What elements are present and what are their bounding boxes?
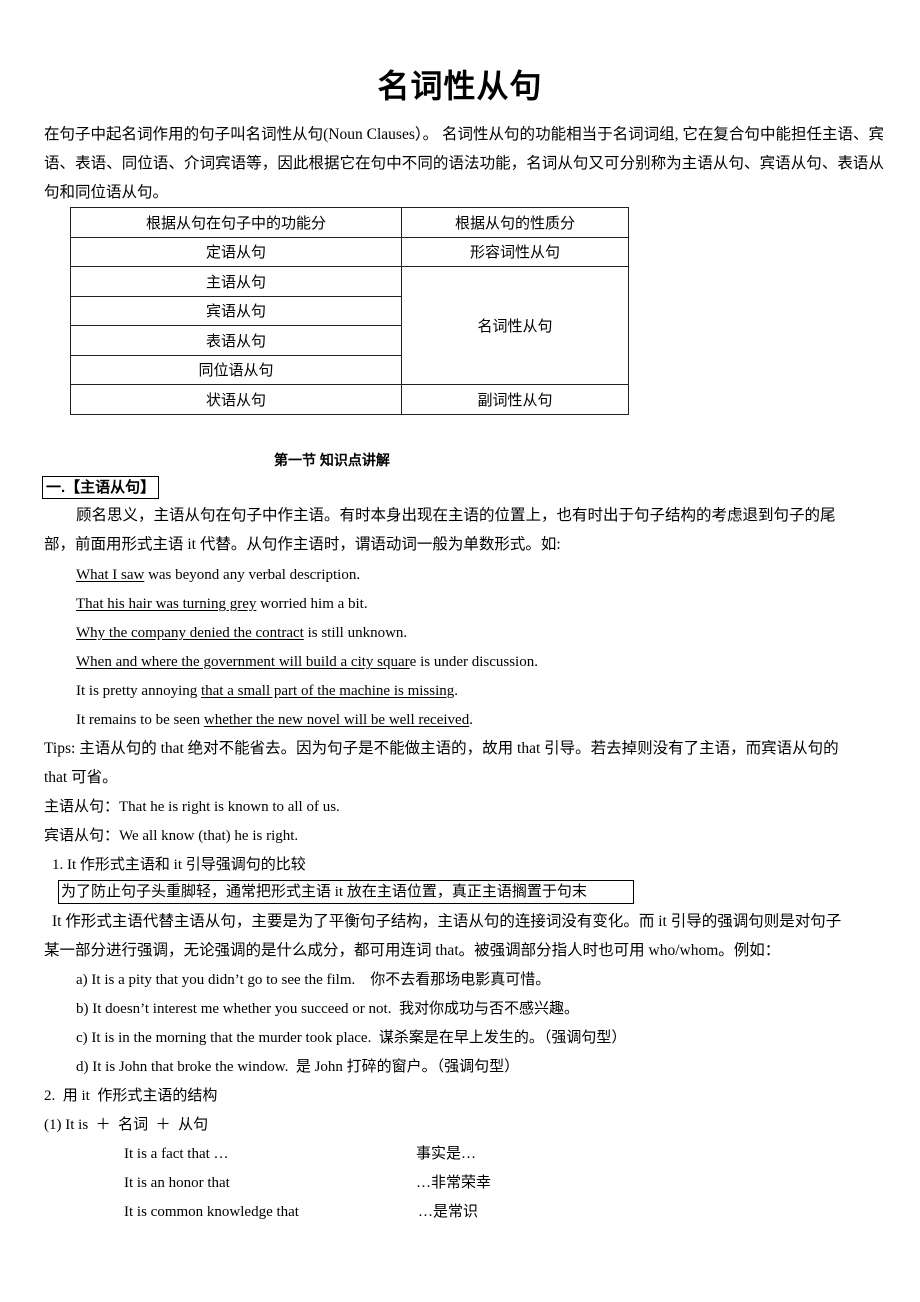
- point2-heading: 2. 用 it 作形式主语的结构: [44, 1088, 218, 1104]
- subject-clause-underlined: What I saw: [76, 567, 145, 583]
- table-cell-function: 状语从句: [70, 384, 402, 415]
- example-text: was beyond any verbal description.: [144, 567, 361, 583]
- subject-clause-underlined: whether the new novel will be well recei…: [203, 712, 470, 728]
- explanation-line: 顾名思义，主语从句在句子中作主语。有时本身出现在主语的位置上，也有时出于句子结构…: [76, 507, 836, 524]
- example-text: .: [469, 712, 473, 728]
- comparison-example: c) It is in the morning that the murder …: [76, 1030, 627, 1046]
- subject-clause-underlined: Why the company denied the contract: [76, 625, 304, 641]
- table-cell-function: 主语从句: [70, 266, 402, 297]
- phrase-chinese: …非常荣幸: [416, 1175, 492, 1191]
- table-cell-function: 定语从句: [70, 236, 402, 267]
- table-cell-nature: 形容词性从句: [401, 236, 629, 267]
- table-cell-nature: 副词性从句: [401, 384, 629, 415]
- table-header-row: 根据从句在句子中的功能分 根据从句的性质分: [70, 207, 629, 238]
- tips-line: Tips: 主语从句的 that 绝对不能省去。因为句子是不能做主语的，故用 t…: [44, 740, 839, 757]
- comparison-example: b) It doesn’t interest me whether you su…: [76, 1001, 579, 1017]
- phrase-english: It is a fact that …: [124, 1146, 229, 1162]
- subject-clause-underlined: that a small part of the machine is miss…: [200, 683, 455, 699]
- section-heading: 第一节 知识点讲解: [274, 452, 390, 468]
- subject-clause-heading: 一.【主语从句】: [42, 476, 160, 499]
- phrase-chinese: …是常识: [418, 1204, 479, 1220]
- example-text: It is pretty annoying: [76, 683, 201, 699]
- table-header-nature: 根据从句的性质分: [401, 207, 629, 238]
- intro-paragraph: 在句子中起名词作用的句子叫名词性从句(Noun Clauses）。 名词性从句的…: [44, 126, 884, 201]
- table-cell-function: 表语从句: [70, 325, 402, 356]
- subject-clause-underlined: That his hair was turning grey: [76, 596, 257, 612]
- example-sentence: It remains to be seen whether the new no…: [76, 710, 473, 730]
- table-row: 状语从句 副词性从句: [70, 384, 629, 415]
- comparison-example: d) It is John that broke the window. 是 J…: [76, 1059, 520, 1075]
- comparison-example: a) It is a pity that you didn’t go to se…: [76, 972, 551, 988]
- object-clause-example: 宾语从句：We all know (that) he is right.: [44, 828, 299, 844]
- boxed-note: 为了防止句子头重脚轻，通常把形式主语 it 放在主语位置，真正主语搁置于句末: [58, 880, 634, 904]
- point1-body-line: It 作形式主语代替主语从句，主要是为了平衡句子结构，主语从句的连接词没有变化。…: [52, 913, 842, 930]
- phrase-english: It is common knowledge that: [124, 1204, 299, 1220]
- clause-classification-table: 根据从句在句子中的功能分 根据从句的性质分 定语从句 形容词性从句 主语从句 名…: [70, 207, 629, 415]
- example-sentence: That his hair was turning grey worried h…: [76, 594, 368, 614]
- pattern-formula: (1) It is ＋ 名词 ＋ 从句: [44, 1117, 209, 1133]
- example-sentence: It is pretty annoying that a small part …: [76, 681, 458, 701]
- document-title: 名词性从句: [377, 68, 543, 104]
- table-row: 定语从句 形容词性从句: [70, 236, 629, 267]
- example-text: is still unknown.: [303, 625, 408, 641]
- explanation-line: 部，前面用形式主语 it 代替。从句作主语时，谓语动词一般为单数形式。如:: [44, 536, 561, 553]
- phrase-english: It is an honor that: [124, 1175, 230, 1191]
- example-sentence: When and where the government will build…: [76, 652, 538, 672]
- example-sentence: What I saw was beyond any verbal descrip…: [76, 565, 360, 585]
- table-cell-nature: 名词性从句: [401, 266, 629, 385]
- example-sentence: Why the company denied the contract is s…: [76, 623, 407, 643]
- example-text: .: [454, 683, 459, 699]
- table-cell-function: 同位语从句: [70, 354, 402, 385]
- example-text: e is under discussion.: [409, 654, 538, 670]
- table-cell-function: 宾语从句: [70, 295, 402, 326]
- subject-clause-underlined: When and where the government will build…: [76, 654, 410, 670]
- phrase-chinese: 事实是…: [416, 1146, 477, 1162]
- example-text: worried him a bit.: [256, 596, 368, 612]
- subject-clause-example: 主语从句：That he is right is known to all of…: [44, 799, 340, 815]
- tips-line: that 可省。: [44, 769, 118, 786]
- table-row: 主语从句 名词性从句: [70, 266, 629, 385]
- point1-body-line: 某一部分进行强调，无论强调的是什么成分，都可用连词 that。被强调部分指人时也…: [44, 942, 781, 959]
- point1-heading: 1. It 作形式主语和 it 引导强调句的比较: [52, 857, 306, 873]
- example-text: It remains to be seen: [76, 712, 204, 728]
- table-header-function: 根据从句在句子中的功能分: [70, 207, 402, 238]
